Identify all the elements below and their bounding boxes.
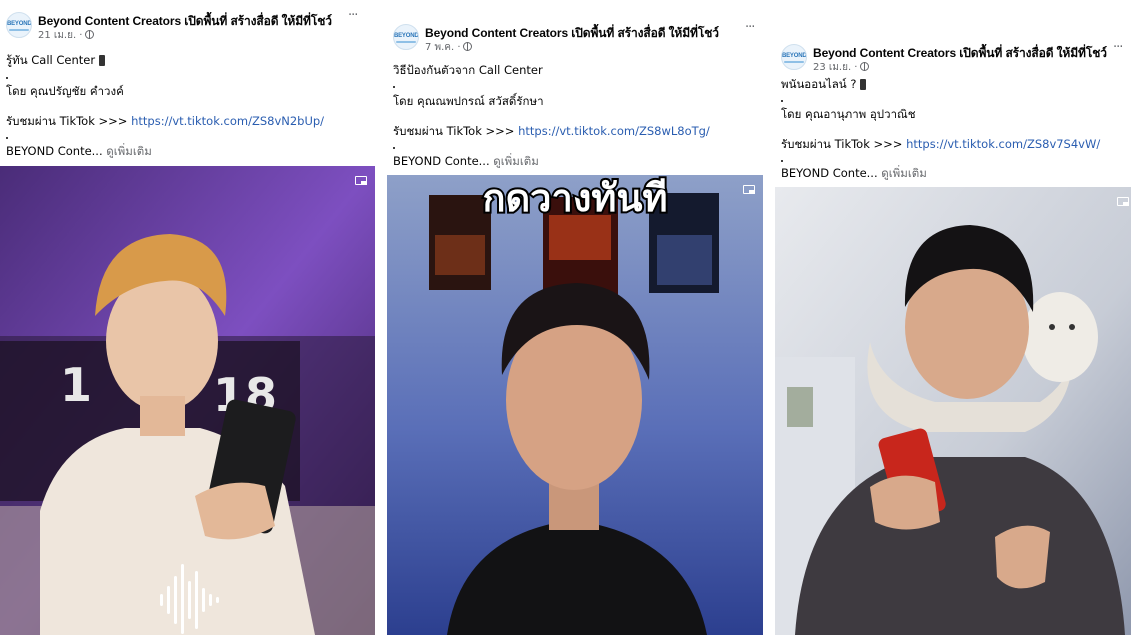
logo-text: BEYOND bbox=[7, 21, 32, 27]
post-card-1: BEYOND Beyond Content Creators เปิดพื้นท… bbox=[0, 0, 375, 635]
globe-icon bbox=[859, 62, 869, 71]
page-avatar[interactable]: BEYOND bbox=[781, 44, 807, 70]
logo-text: BEYOND bbox=[394, 33, 419, 39]
post-title: วิธีป้องกันตัวจาก Call Center bbox=[393, 63, 543, 77]
video-frame-3 bbox=[775, 187, 1131, 635]
post-watch-line: รับชมผ่าน TikTok >>> https://vt.tiktok.c… bbox=[781, 137, 1101, 151]
video-overlay-text: กดวางทันที bbox=[483, 176, 668, 220]
globe-icon bbox=[462, 42, 472, 51]
see-more-link[interactable]: ดูเพิ่มเติม bbox=[106, 144, 152, 158]
post-header: BEYOND Beyond Content Creators เปิดพื้นท… bbox=[0, 8, 375, 48]
tiktok-link[interactable]: https://vt.tiktok.com/ZS8v7S4vW/ bbox=[906, 137, 1100, 151]
post-date[interactable]: 23 เม.ย. · bbox=[813, 60, 869, 75]
pip-icon[interactable] bbox=[355, 176, 367, 185]
logo-text: BEYOND bbox=[782, 53, 807, 59]
post-author: โดย คุณอานุภาพ อุปวาณิช bbox=[781, 107, 916, 121]
globe-icon bbox=[84, 30, 94, 39]
post-preview: BEYOND Conte... ดูเพิ่มเติม bbox=[393, 154, 539, 168]
video-player-3[interactable] bbox=[775, 187, 1131, 635]
post-preview: BEYOND Conte... ดูเพิ่มเติม bbox=[6, 144, 152, 158]
post-date[interactable]: 21 เม.ย. · bbox=[38, 28, 94, 43]
post-header: BEYOND Beyond Content Creators เปิดพื้นท… bbox=[387, 20, 763, 60]
post-card-2: BEYOND Beyond Content Creators เปิดพื้นท… bbox=[387, 0, 763, 635]
post-author: โดย คุณปรัญชัย คำวงค์ bbox=[6, 84, 124, 98]
more-options-icon[interactable]: ··· bbox=[348, 8, 358, 23]
tiktok-link[interactable]: https://vt.tiktok.com/ZS8vN2bUp/ bbox=[131, 114, 324, 128]
page-avatar[interactable]: BEYOND bbox=[393, 24, 419, 50]
video-frame-2: กดวางทันที bbox=[387, 175, 763, 635]
pip-icon[interactable] bbox=[1117, 197, 1129, 206]
post-title: รู้ทัน Call Center bbox=[6, 52, 106, 70]
video-frame-1: 1 18 bbox=[0, 166, 375, 635]
post-date[interactable]: 7 พ.ค. · bbox=[425, 40, 472, 55]
post-preview: BEYOND Conte... ดูเพิ่มเติม bbox=[781, 166, 927, 180]
see-more-link[interactable]: ดูเพิ่มเติม bbox=[493, 154, 539, 168]
video-player-1[interactable]: 1 18 bbox=[0, 166, 375, 635]
pip-icon[interactable] bbox=[743, 185, 755, 194]
post-card-3: BEYOND Beyond Content Creators เปิดพื้นท… bbox=[775, 0, 1131, 635]
phone-emoji-icon bbox=[860, 79, 867, 90]
more-options-icon[interactable]: ··· bbox=[745, 20, 755, 35]
post-author: โดย คุณณพปกรณ์ สวัสดิ์รักษา bbox=[393, 94, 544, 108]
tiktok-link[interactable]: https://vt.tiktok.com/ZS8wL8oTg/ bbox=[518, 124, 710, 138]
post-header: BEYOND Beyond Content Creators เปิดพื้นท… bbox=[775, 40, 1131, 80]
video-overlay-text: 1 bbox=[60, 358, 92, 412]
post-watch-line: รับชมผ่าน TikTok >>> https://vt.tiktok.c… bbox=[6, 114, 325, 128]
phone-emoji-icon bbox=[99, 55, 106, 66]
video-player-2[interactable]: กดวางทันที bbox=[387, 175, 763, 635]
page-avatar[interactable]: BEYOND bbox=[6, 12, 32, 38]
see-more-link[interactable]: ดูเพิ่มเติม bbox=[881, 166, 927, 180]
more-options-icon[interactable]: ··· bbox=[1113, 40, 1123, 55]
post-title: พนันออนไลน์ ? bbox=[781, 76, 867, 94]
post-watch-line: รับชมผ่าน TikTok >>> https://vt.tiktok.c… bbox=[393, 124, 710, 138]
